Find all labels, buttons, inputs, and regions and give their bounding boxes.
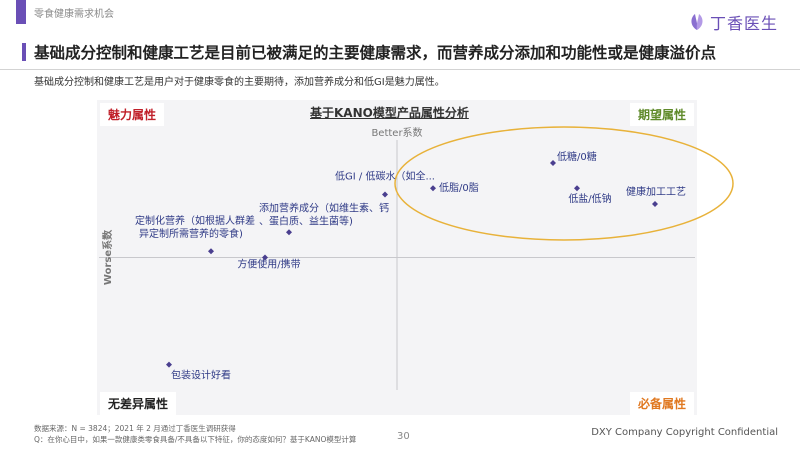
- data-point-marker: [430, 185, 436, 192]
- quadrant-label-attractive: 魅力属性: [100, 103, 165, 126]
- data-point-marker: [574, 185, 580, 192]
- data-point-label: 添加营养成分（如维生素、钙、蛋白质、益生菌等): [259, 201, 389, 227]
- quadrant-label-expected: 期望属性: [629, 103, 694, 126]
- data-point-marker: [166, 361, 172, 368]
- data-point-label: 方便使用/携带: [237, 258, 300, 271]
- page-number: 30: [397, 431, 410, 442]
- data-point-label: 包装设计好看: [171, 369, 231, 382]
- data-point-label: 低盐/低钠: [568, 192, 611, 205]
- data-point-label: 健康加工工艺: [626, 185, 686, 198]
- footer-note: Q：在你心目中，如果一款健康类零食具备/不具备以下特征，你的态度如何？基于KAN…: [34, 435, 357, 444]
- footer-source: 数据来源：N = 3824；2021 年 2 月通过丁香医生调研获得: [34, 424, 236, 433]
- kano-scatter-chart: Better系数 Worse系数 低GI / 低碳水（如全... 低脂/0脂 低糖/0糖…: [99, 126, 734, 390]
- label-line: 添加营养成分（如维生素、钙: [259, 201, 389, 214]
- data-point-label: 定制化营养（如根据人群差异定制所需营养的零食): [135, 214, 255, 240]
- data-point-marker: [652, 200, 658, 207]
- label-line: 、蛋白质、益生菌等): [259, 214, 353, 227]
- data-point-label: 低GI / 低碳水（如全...: [335, 170, 435, 183]
- label-line: 定制化营养（如根据人群差: [135, 214, 255, 227]
- data-point-marker: [208, 248, 214, 255]
- data-point-marker: [382, 191, 388, 198]
- data-point-marker: [286, 229, 292, 236]
- chart-title: 基于KANO模型产品属性分析: [310, 106, 469, 120]
- data-point-label: 低糖/0糖: [557, 150, 597, 163]
- copyright: DXY Company Copyright Confidential: [591, 427, 778, 438]
- data-point-label: 低脂/0脂: [439, 181, 479, 194]
- x-axis-label: Worse系数: [101, 229, 114, 285]
- y-axis-label: Better系数: [371, 126, 422, 139]
- quadrant-label-indifferent: 无差异属性: [100, 392, 177, 415]
- label-line: 异定制所需营养的零食): [139, 227, 243, 240]
- data-point-marker: [550, 160, 556, 166]
- quadrant-label-must-be: 必备属性: [629, 392, 694, 415]
